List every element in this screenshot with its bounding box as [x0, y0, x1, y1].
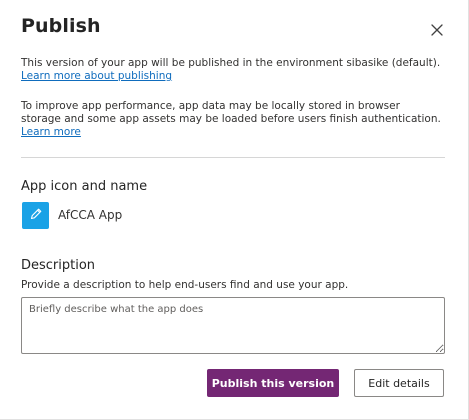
- publish-dialog: Publish This version of your app will be…: [0, 0, 469, 420]
- dialog-title: Publish: [21, 15, 101, 37]
- app-icon-name-heading: App icon and name: [21, 179, 148, 194]
- performance-text: To improve app performance, app data may…: [21, 100, 441, 125]
- environment-text: This version of your app will be publish…: [21, 57, 441, 69]
- close-icon: [428, 21, 446, 39]
- publish-this-version-button[interactable]: Publish this version: [207, 369, 339, 397]
- app-icon: [22, 202, 49, 229]
- divider: [21, 157, 445, 158]
- performance-info: To improve app performance, app data may…: [21, 100, 441, 139]
- close-button[interactable]: [428, 21, 446, 39]
- description-input[interactable]: [21, 297, 445, 354]
- environment-info: This version of your app will be publish…: [21, 57, 441, 83]
- description-help-text: Provide a description to help end-users …: [21, 279, 349, 291]
- learn-more-publishing-link[interactable]: Learn more about publishing: [21, 70, 441, 83]
- pencil-icon: [29, 206, 43, 225]
- app-name: AfCCA App: [58, 208, 123, 222]
- description-heading: Description: [21, 258, 96, 273]
- learn-more-link[interactable]: Learn more: [21, 126, 441, 139]
- edit-details-button[interactable]: Edit details: [354, 369, 444, 397]
